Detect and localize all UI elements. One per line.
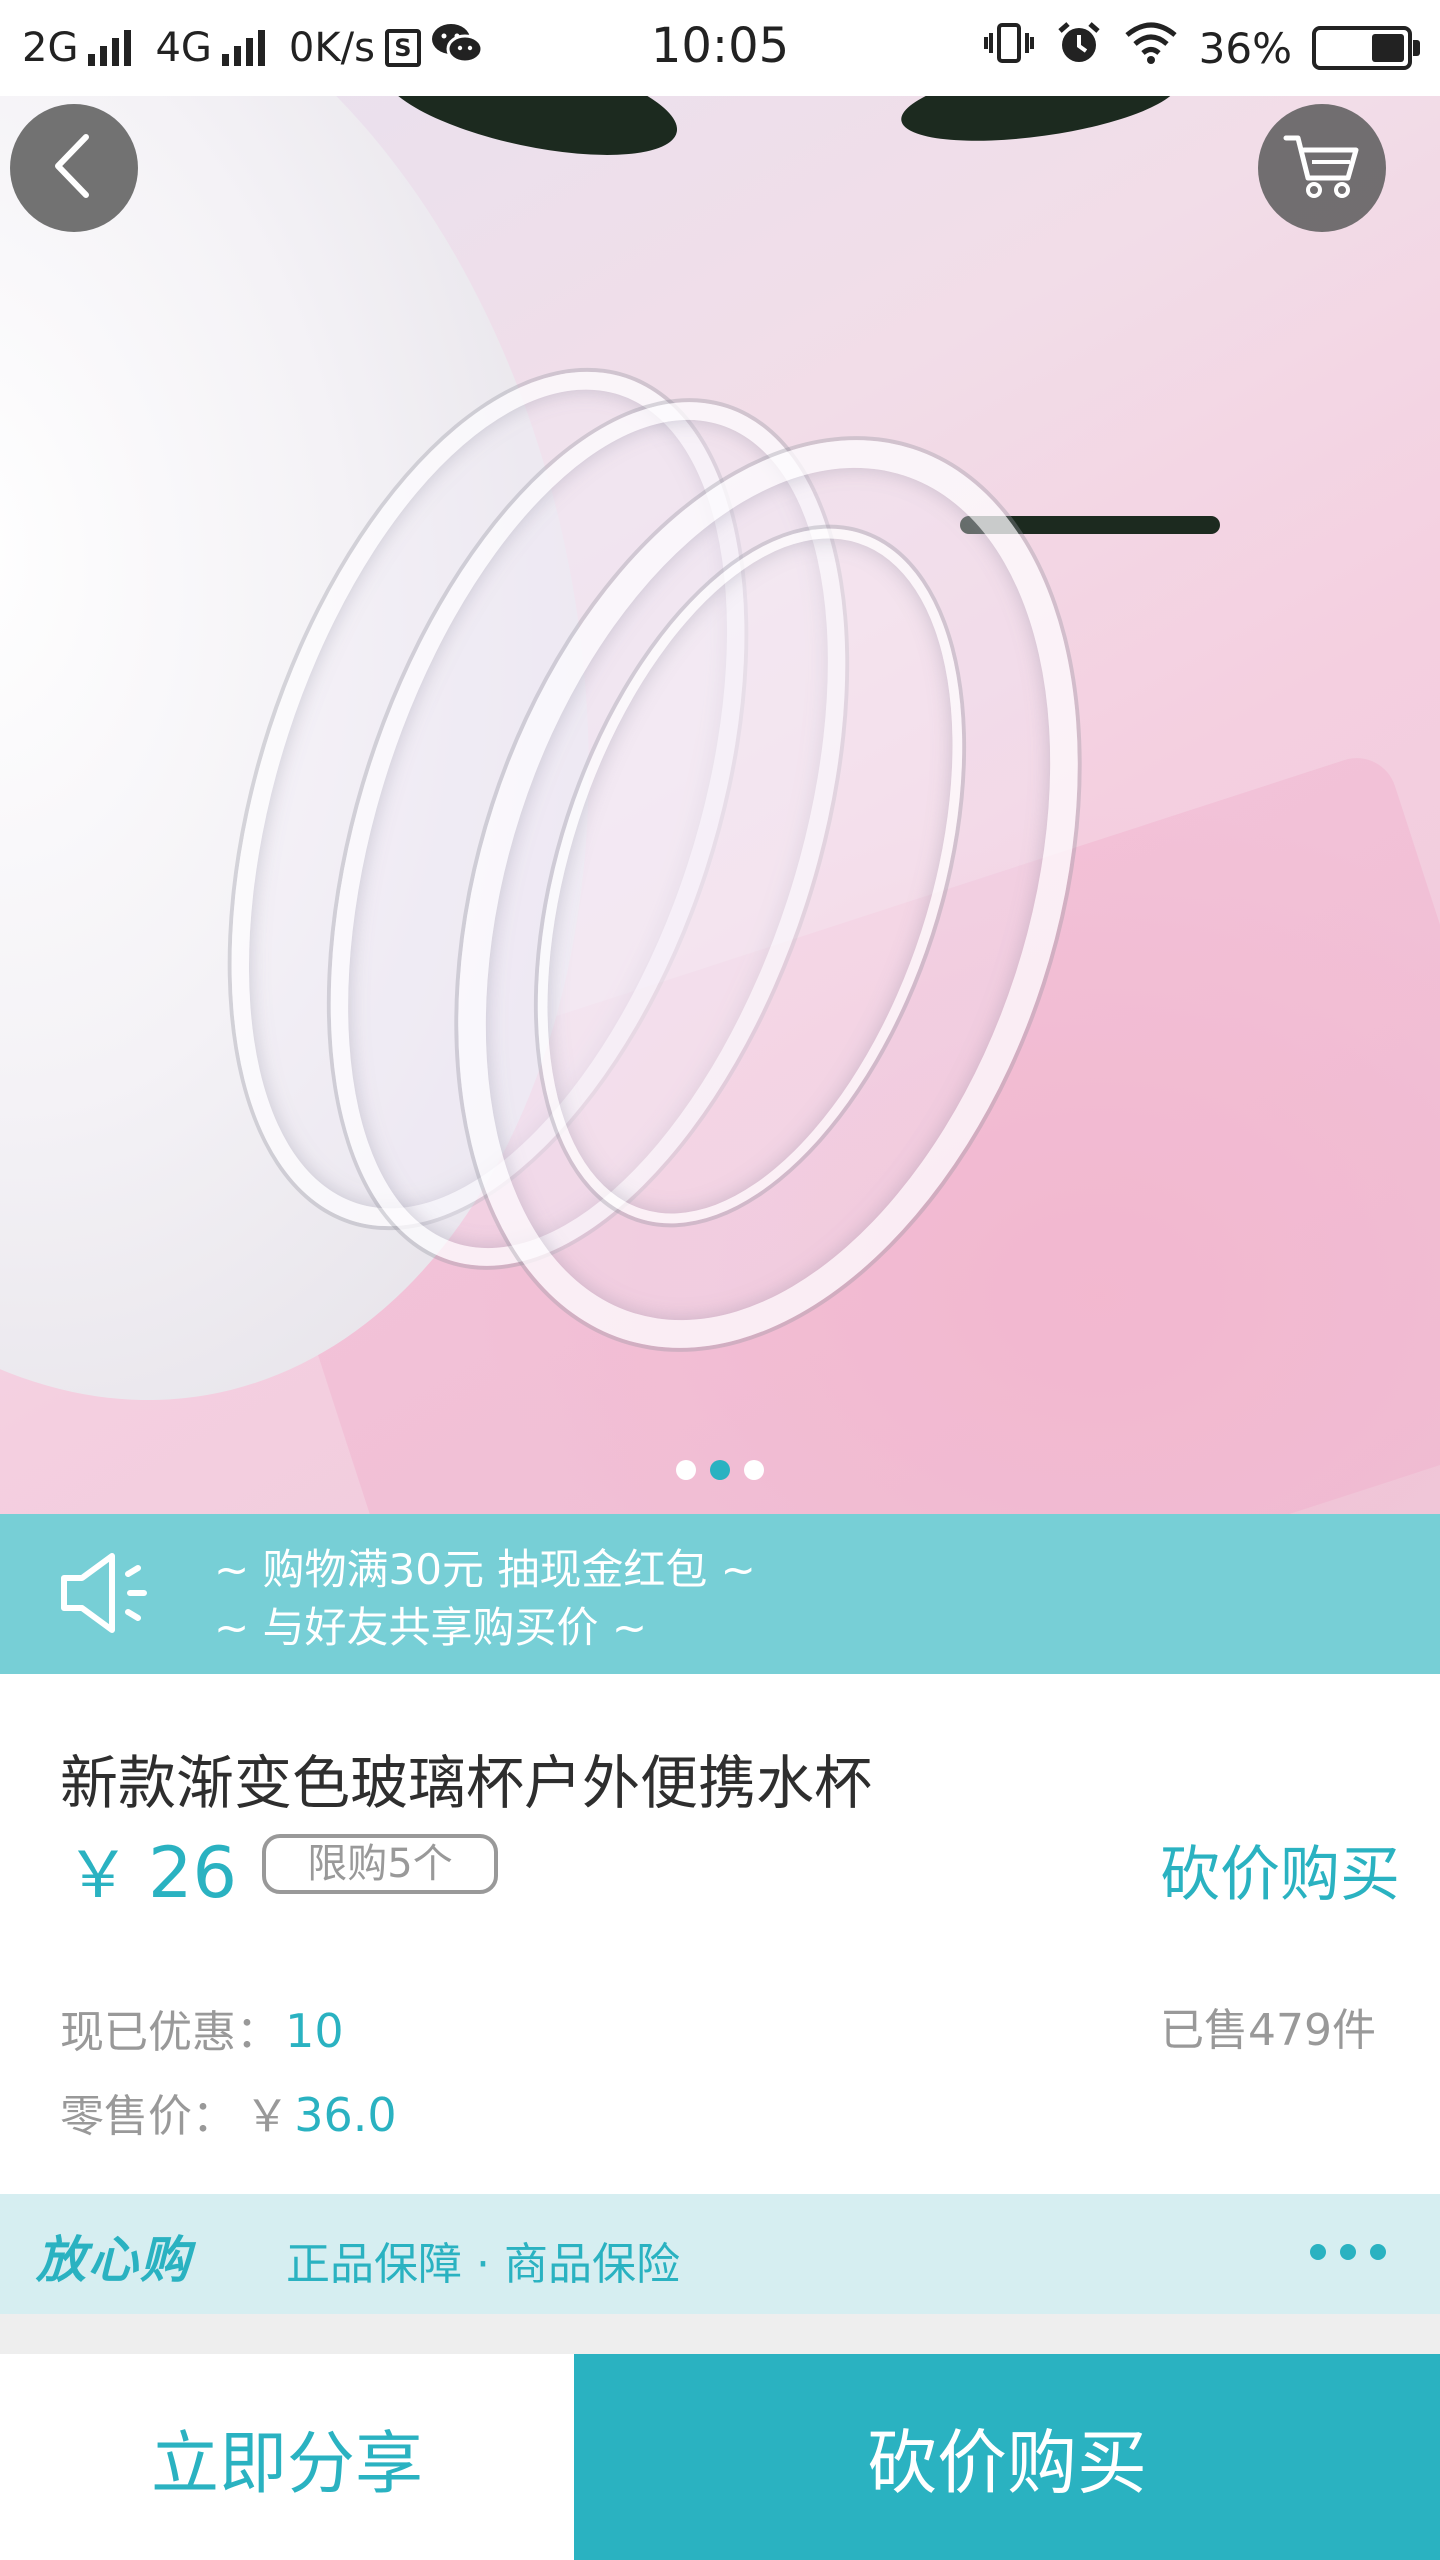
- status-left: 2G 4G 0K/s S: [22, 20, 484, 76]
- product-image-carousel[interactable]: [0, 96, 1440, 1514]
- more-dots-icon[interactable]: [1310, 2244, 1386, 2260]
- vibrate-icon: [983, 21, 1035, 75]
- carousel-indicator: [0, 1460, 1440, 1480]
- network-speed: 0K/s: [288, 25, 375, 71]
- status-bar: 2G 4G 0K/s S 10:05 36%: [0, 0, 1440, 96]
- promo-line-1: ~ 购物满30元 抽现金红包 ~: [214, 1545, 756, 1594]
- network-2g-label: 2G: [22, 25, 79, 71]
- bargain-buy-button[interactable]: 砍价购买: [574, 2354, 1440, 2560]
- assurance-bar[interactable]: 放心购 正品保障 · 商品保险: [0, 2194, 1440, 2314]
- bargain-buy-link[interactable]: 砍价购买: [1160, 1826, 1400, 1913]
- back-button[interactable]: [10, 104, 138, 232]
- carousel-dot[interactable]: [676, 1460, 696, 1480]
- alarm-icon: [1055, 19, 1103, 77]
- wifi-icon: [1123, 21, 1179, 75]
- signal-icon: [221, 30, 265, 66]
- cart-icon: [1282, 130, 1362, 206]
- battery-icon: [1312, 26, 1420, 70]
- battery-percent: 36%: [1198, 23, 1292, 73]
- product-price: ￥ 26: [66, 1824, 237, 1916]
- sold-count: 已售479件: [1160, 2005, 1376, 2056]
- currency-symbol: ￥: [66, 1839, 130, 1913]
- background-leaf: [896, 96, 1184, 156]
- discount-label: 现已优惠：: [60, 2007, 280, 2058]
- retail-price-row: 零售价： ￥ 36.0: [60, 2080, 397, 2144]
- signal-icon: [88, 30, 132, 66]
- chevron-left-icon: [44, 131, 104, 205]
- retail-value: 36.0: [294, 2088, 397, 2142]
- product-info: 新款渐变色玻璃杯户外便携水杯 ￥ 26 限购5个 砍价购买 现已优惠： 10 已…: [0, 1674, 1440, 2194]
- carousel-dot-active[interactable]: [710, 1460, 730, 1480]
- share-now-button[interactable]: 立即分享: [0, 2354, 574, 2560]
- background-leaf: [373, 96, 687, 177]
- discount-row: 现已优惠： 10: [60, 1996, 344, 2060]
- status-right: 36%: [983, 19, 1420, 77]
- section-divider: [0, 2314, 1440, 2354]
- promo-banner[interactable]: ~ 购物满30元 抽现金红包 ~ ~ 与好友共享购买价 ~: [0, 1514, 1440, 1674]
- discount-value: 10: [285, 2004, 344, 2058]
- retail-label: 零售价：: [60, 2091, 236, 2142]
- product-title: 新款渐变色玻璃杯户外便携水杯: [60, 1749, 873, 1817]
- cart-button[interactable]: [1258, 104, 1386, 232]
- status-time: 10:05: [650, 18, 790, 74]
- carousel-dot[interactable]: [744, 1460, 764, 1480]
- purchase-limit-badge: 限购5个: [262, 1834, 498, 1894]
- price-value: 26: [148, 1832, 238, 1914]
- retail-currency: ￥: [245, 2091, 290, 2142]
- speaker-icon: [58, 1548, 158, 1638]
- wechat-icon: [431, 21, 484, 75]
- promo-line-2: ~ 与好友共享购买价 ~: [214, 1603, 648, 1652]
- assurance-brand-logo: 放心购: [36, 2231, 192, 2289]
- network-4g-label: 4G: [155, 25, 212, 71]
- sim-icon: S: [384, 29, 421, 67]
- assurance-text: 正品保障 · 商品保险: [286, 2239, 680, 2290]
